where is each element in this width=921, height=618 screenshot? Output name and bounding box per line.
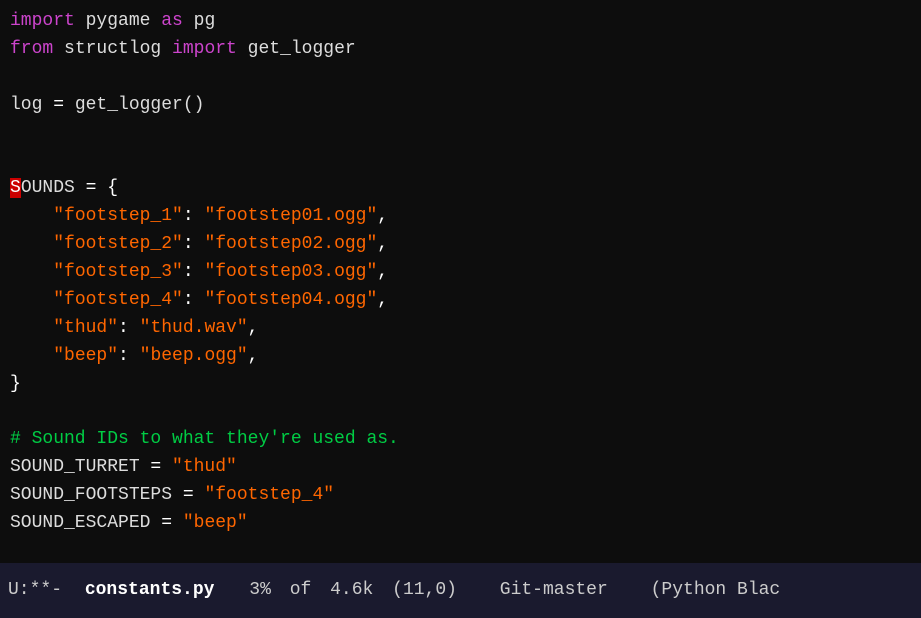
code-line-1: import pygame as pg (10, 8, 921, 36)
status-syntax: (Python Blac (651, 577, 781, 605)
code-line-5 (10, 120, 921, 148)
code-line-2: from structlog import get_logger (10, 36, 921, 64)
code-line-14: } (10, 371, 921, 399)
code-line-19: SOUND_ESCAPED = "beep" (10, 510, 921, 538)
code-line-16: # Sound IDs to what they're used as. (10, 426, 921, 454)
status-of-label: of (290, 577, 312, 605)
status-bar: U:**- constants.py 3% of 4.6k (11,0) Git… (0, 563, 921, 618)
status-size: 4.6k (330, 577, 373, 605)
code-line-15 (10, 398, 921, 426)
code-line-10: "footstep_3": "footstep03.ogg", (10, 259, 921, 287)
status-percent: 3% (249, 577, 271, 605)
status-position: (11,0) (392, 577, 457, 605)
status-filename: constants.py (85, 577, 215, 605)
code-line-3 (10, 64, 921, 92)
code-line-12: "thud": "thud.wav", (10, 315, 921, 343)
code-editor[interactable]: import pygame as pg from structlog impor… (0, 0, 921, 563)
code-line-17: SOUND_TURRET = "thud" (10, 454, 921, 482)
code-line-18: SOUND_FOOTSTEPS = "footstep_4" (10, 482, 921, 510)
code-line-13: "beep": "beep.ogg", (10, 343, 921, 371)
code-line-6 (10, 147, 921, 175)
code-line-8: "footstep_1": "footstep01.ogg", (10, 203, 921, 231)
status-git: Git-master (500, 577, 608, 605)
code-line-11: "footstep_4": "footstep04.ogg", (10, 287, 921, 315)
code-line-9: "footstep_2": "footstep02.ogg", (10, 231, 921, 259)
code-line-7: SOUNDS = { (10, 175, 921, 203)
status-mode: U:**- (8, 577, 62, 605)
code-line-4: log = get_logger() (10, 92, 921, 120)
